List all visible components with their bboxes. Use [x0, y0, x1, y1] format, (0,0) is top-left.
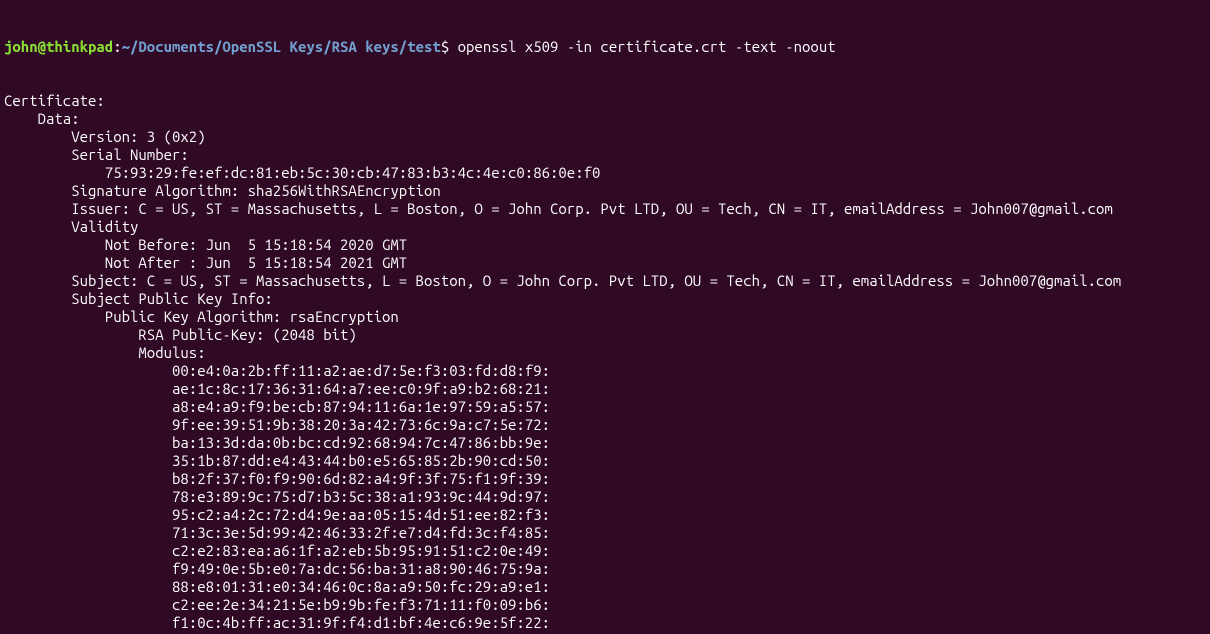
- output-line: ae:1c:8c:17:36:31:64:a7:ee:c0:9f:a9:b2:6…: [4, 380, 1206, 398]
- output-line: 9f:ee:39:51:9b:38:20:3a:42:73:6c:9a:c7:5…: [4, 416, 1206, 434]
- prompt-user: john@thinkpad: [4, 38, 113, 55]
- output-line: Subject: C = US, ST = Massachusetts, L =…: [4, 272, 1206, 290]
- output-line: Subject Public Key Info:: [4, 290, 1206, 308]
- output-line: b8:2f:37:f0:f9:90:6d:82:a4:9f:3f:75:f1:9…: [4, 470, 1206, 488]
- output-line: 95:c2:a4:2c:72:d4:9e:aa:05:15:4d:51:ee:8…: [4, 506, 1206, 524]
- output-line: c2:e2:83:ea:a6:1f:a2:eb:5b:95:91:51:c2:0…: [4, 542, 1206, 560]
- output-line: 71:3c:3e:5d:99:42:46:33:2f:e7:d4:fd:3c:f…: [4, 524, 1206, 542]
- prompt-colon: :: [113, 38, 121, 55]
- output-line: Not After : Jun 5 15:18:54 2021 GMT: [4, 254, 1206, 272]
- command-output: Certificate: Data: Version: 3 (0x2) Seri…: [4, 92, 1206, 634]
- output-line: 78:e3:89:9c:75:d7:b3:5c:38:a1:93:9c:44:9…: [4, 488, 1206, 506]
- output-line: Issuer: C = US, ST = Massachusetts, L = …: [4, 200, 1206, 218]
- output-line: ba:13:3d:da:0b:bc:cd:92:68:94:7c:47:86:b…: [4, 434, 1206, 452]
- command-text: openssl x509 -in certificate.crt -text -…: [458, 38, 836, 55]
- output-line: Public Key Algorithm: rsaEncryption: [4, 308, 1206, 326]
- output-line: Not Before: Jun 5 15:18:54 2020 GMT: [4, 236, 1206, 254]
- terminal[interactable]: john@thinkpad:~/Documents/OpenSSL Keys/R…: [0, 0, 1210, 634]
- output-line: f1:0c:4b:ff:ac:31:9f:f4:d1:bf:4e:c6:9e:5…: [4, 614, 1206, 632]
- output-line: c2:ee:2e:34:21:5e:b9:9b:fe:f3:71:11:f0:0…: [4, 596, 1206, 614]
- prompt-path: ~/Documents/OpenSSL Keys/RSA keys/test: [122, 38, 441, 55]
- output-line: Certificate:: [4, 92, 1206, 110]
- output-line: Modulus:: [4, 344, 1206, 362]
- output-line: Version: 3 (0x2): [4, 128, 1206, 146]
- output-line: Serial Number:: [4, 146, 1206, 164]
- output-line: 75:93:29:fe:ef:dc:81:eb:5c:30:cb:47:83:b…: [4, 164, 1206, 182]
- output-line: 35:1b:87:dd:e4:43:44:b0:e5:65:85:2b:90:c…: [4, 452, 1206, 470]
- output-line: f9:49:0e:5b:e0:7a:dc:56:ba:31:a8:90:46:7…: [4, 560, 1206, 578]
- output-line: Validity: [4, 218, 1206, 236]
- output-line: a8:e4:a9:f9:be:cb:87:94:11:6a:1e:97:59:a…: [4, 398, 1206, 416]
- output-line: Data:: [4, 110, 1206, 128]
- prompt-dollar: $: [441, 38, 458, 55]
- output-line: 88:e8:01:31:e0:34:46:0c:8a:a9:50:fc:29:a…: [4, 578, 1206, 596]
- output-line: RSA Public-Key: (2048 bit): [4, 326, 1206, 344]
- output-line: Signature Algorithm: sha256WithRSAEncryp…: [4, 182, 1206, 200]
- output-line: 00:e4:0a:2b:ff:11:a2:ae:d7:5e:f3:03:fd:d…: [4, 362, 1206, 380]
- prompt-line: john@thinkpad:~/Documents/OpenSSL Keys/R…: [4, 38, 1206, 56]
